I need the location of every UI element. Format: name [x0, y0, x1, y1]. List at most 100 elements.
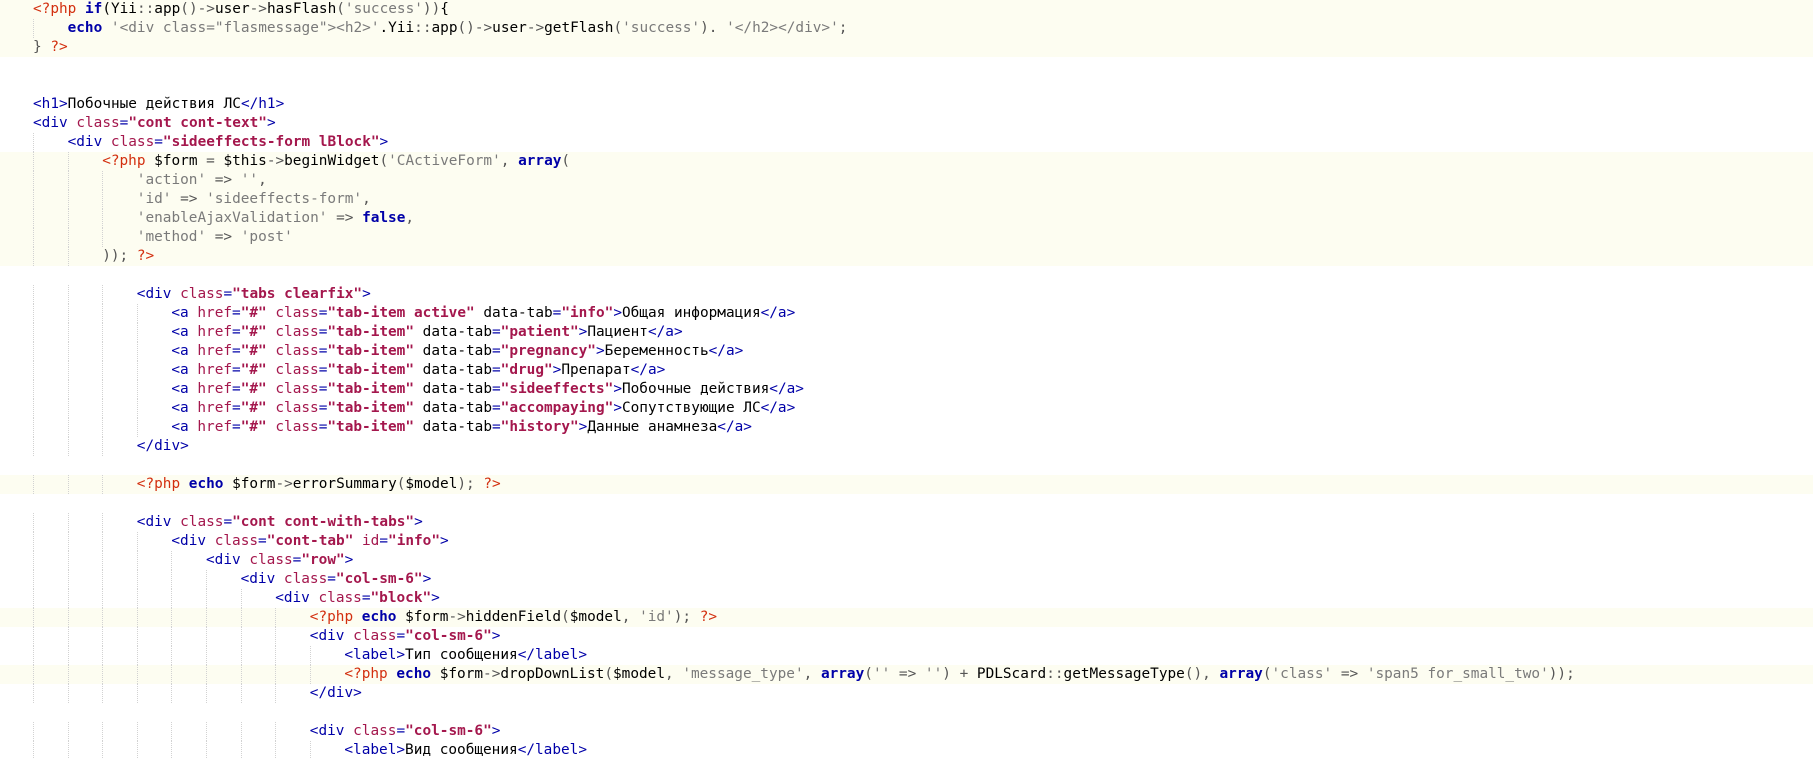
code-line[interactable]: <div class="col-sm-6">: [0, 570, 1813, 589]
code-line[interactable]: <a href="#" class="tab-item" data-tab="p…: [0, 323, 1813, 342]
operator-token: )): [422, 1, 441, 17]
operator-token: ::: [136, 1, 155, 17]
indent-guide: [33, 380, 34, 399]
code-line[interactable]: [0, 57, 1813, 76]
keyword-token: echo: [188, 476, 233, 492]
code-line[interactable]: </div>: [0, 437, 1813, 456]
code-line[interactable]: <a href="#" class="tab-item" data-tab="d…: [0, 361, 1813, 380]
identifier-token: errorSummary: [292, 476, 397, 492]
code-line[interactable]: <div class="block">: [0, 589, 1813, 608]
attribute-value-token: "#": [240, 343, 267, 359]
html-tag-token: >: [613, 400, 622, 416]
code-line[interactable]: <div class="row">: [0, 551, 1813, 570]
code-line[interactable]: <div class="col-sm-6">: [0, 722, 1813, 741]
operator-token: );: [673, 609, 700, 625]
html-tag-token: <a: [171, 362, 198, 378]
code-line[interactable]: [0, 266, 1813, 285]
code-line[interactable]: [0, 456, 1813, 475]
indent-guide: [33, 608, 34, 627]
attribute-token: href: [197, 419, 233, 435]
indent-guide: [67, 361, 69, 380]
code-line[interactable]: [0, 76, 1813, 95]
code-line[interactable]: <div class="tabs clearfix">: [0, 285, 1813, 304]
code-line[interactable]: } ?>: [0, 38, 1813, 57]
operator-token: (: [561, 609, 570, 625]
html-tag-token: </a>: [647, 324, 683, 340]
attribute-value-token: "tab-item": [327, 343, 415, 359]
code-line[interactable]: 'enableAjaxValidation' => false,: [0, 209, 1813, 228]
code-line[interactable]: <label>Вид сообщения</label>: [0, 741, 1813, 759]
attribute-token: class: [266, 362, 319, 378]
attribute-token: class: [353, 723, 397, 739]
code-line[interactable]: <div class="cont-tab" id="info">: [0, 532, 1813, 551]
code-line[interactable]: <?php echo $form->dropDownList($model, '…: [0, 665, 1813, 684]
indent-guide: [206, 608, 207, 627]
operator-token: (),: [1184, 666, 1220, 682]
code-line[interactable]: 'id' => 'sideeffects-form',: [0, 190, 1813, 209]
attribute-value-token: "#": [240, 305, 267, 321]
html-tag-token: >: [344, 552, 354, 568]
code-line[interactable]: 'method' => 'post': [0, 228, 1813, 247]
indent-guide: [33, 741, 34, 759]
identifier-token: app: [431, 20, 458, 36]
attribute-value-token: "cont cont-text": [128, 115, 267, 131]
indent-guide: [136, 646, 138, 665]
code-line[interactable]: )); ?>: [0, 247, 1813, 266]
code-line[interactable]: <a href="#" class="tab-item" data-tab="h…: [0, 418, 1813, 437]
html-tag-token: >: [595, 343, 605, 359]
html-tag-token: <a: [171, 324, 198, 340]
attribute-token: class: [266, 343, 319, 359]
html-tag-token: <div: [136, 286, 181, 302]
string-token: 'span5 for_small_two': [1366, 666, 1549, 682]
code-editor[interactable]: <?php if(Yii::app()->user->hasFlash('suc…: [0, 0, 1813, 759]
code-line[interactable]: [0, 703, 1813, 722]
code-line[interactable]: <a href="#" class="tab-item active" data…: [0, 304, 1813, 323]
indent-guide: [33, 646, 34, 665]
code-line[interactable]: [0, 494, 1813, 513]
keyword-token: array: [1219, 666, 1263, 682]
code-line[interactable]: <?php $form = $this->beginWidget('CActiv…: [0, 152, 1813, 171]
code-line[interactable]: echo '<div class="flasmessage"><h2>'.Yii…: [0, 19, 1813, 38]
code-line[interactable]: <label>Тип сообщения</label>: [0, 646, 1813, 665]
operator-token: ::: [414, 20, 432, 36]
indent-guide: [102, 570, 104, 589]
indent-guide: [275, 684, 277, 703]
code-line[interactable]: <div class="sideeffects-form lBlock">: [0, 133, 1813, 152]
operator-token: (: [336, 1, 345, 17]
code-line[interactable]: <a href="#" class="tab-item" data-tab="p…: [0, 342, 1813, 361]
indent-guide: [33, 570, 34, 589]
indent-guide: [275, 627, 277, 646]
indent-guide: [171, 608, 173, 627]
html-tag-token: <div: [171, 533, 215, 549]
indent-guide: [136, 418, 138, 437]
indent-guide: [67, 342, 69, 361]
variable-token: $model: [405, 476, 458, 492]
indent-guide: [102, 608, 104, 627]
html-tag-token: =: [232, 362, 241, 378]
operator-token: =>: [327, 210, 363, 226]
code-line[interactable]: <a href="#" class="tab-item" data-tab="a…: [0, 399, 1813, 418]
html-tag-token: =: [232, 381, 241, 397]
code-line[interactable]: <?php echo $form->errorSummary($model); …: [0, 475, 1813, 494]
string-token: 'success': [344, 1, 423, 17]
indent-guide: [136, 551, 138, 570]
indent-guide: [240, 627, 242, 646]
code-line[interactable]: <h1>Побочные действия ЛС</h1>: [0, 95, 1813, 114]
code-line[interactable]: <div class="cont cont-with-tabs">: [0, 513, 1813, 532]
code-line[interactable]: </div>: [0, 684, 1813, 703]
code-line[interactable]: <?php if(Yii::app()->user->hasFlash('suc…: [0, 0, 1813, 19]
string-token: 'post': [240, 229, 293, 245]
indent-guide: [102, 551, 104, 570]
code-line[interactable]: <div class="col-sm-6">: [0, 627, 1813, 646]
code-line[interactable]: 'action' => '',: [0, 171, 1813, 190]
operator-token: ));: [1548, 666, 1575, 682]
indent-guide: [206, 684, 207, 703]
code-line[interactable]: <div class="cont cont-text">: [0, 114, 1813, 133]
code-line[interactable]: <a href="#" class="tab-item" data-tab="s…: [0, 380, 1813, 399]
text-content-token: Сопутствующие ЛС: [621, 400, 761, 416]
attribute-value-token: "sideeffects-form lBlock": [162, 134, 380, 150]
indent-guide: [33, 513, 34, 532]
indent-guide: [33, 437, 34, 456]
code-line[interactable]: <?php echo $form->hiddenField($model, 'i…: [0, 608, 1813, 627]
indent-guide: [33, 133, 34, 152]
